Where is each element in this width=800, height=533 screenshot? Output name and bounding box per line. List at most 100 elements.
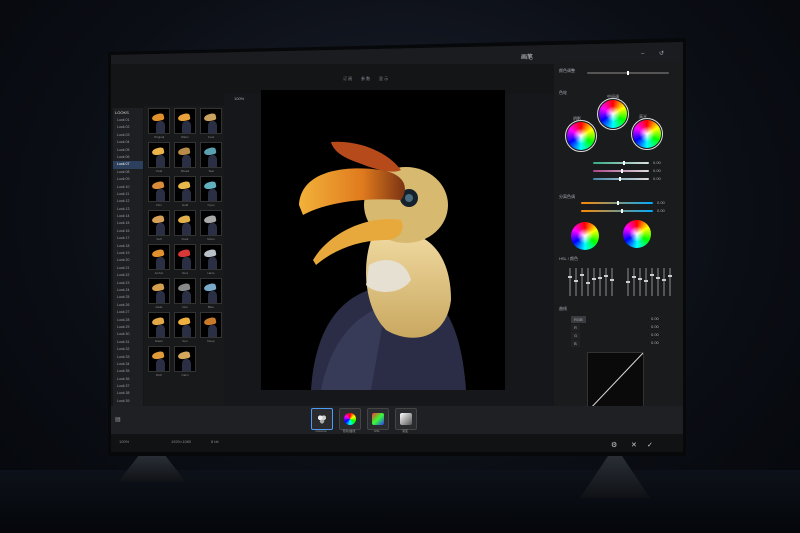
look-list-item[interactable]: Look 23 — [113, 280, 143, 287]
undo-icon[interactable]: ↺ — [659, 51, 665, 57]
split-slider-2[interactable] — [581, 209, 653, 213]
hsl-slider[interactable] — [568, 268, 572, 296]
look-list-item[interactable]: Look 11 — [113, 191, 143, 198]
look-list-item[interactable]: Look 32 — [113, 346, 143, 353]
curve-channel-tab[interactable]: B — [571, 340, 580, 347]
hsl-slider[interactable] — [650, 268, 654, 296]
hsl-slider[interactable] — [586, 268, 590, 296]
hsl-slider[interactable] — [638, 268, 642, 296]
split-highlight-wheel[interactable] — [623, 220, 651, 248]
look-list-item[interactable]: Look 05 — [113, 147, 143, 154]
look-list-item[interactable]: Look 29 — [113, 324, 143, 331]
look-thumbnail[interactable]: Teal — [200, 140, 222, 174]
look-list-item[interactable]: Look 28 — [113, 317, 143, 324]
look-list-item[interactable]: Look 09 — [113, 176, 143, 183]
look-list-item[interactable]: Look 16 — [113, 228, 143, 235]
look-list-item[interactable]: Look 04 — [113, 139, 143, 146]
look-list-item[interactable]: Look 14 — [113, 213, 143, 220]
look-list-item[interactable]: Look 27 — [113, 309, 143, 316]
curve-editor[interactable] — [587, 352, 644, 412]
tool-button-gradient[interactable] — [395, 408, 417, 430]
look-list-item[interactable]: Look 08 — [113, 169, 143, 176]
look-list-item[interactable]: Look 13 — [113, 206, 143, 213]
look-list-item[interactable]: Look 30 — [113, 331, 143, 338]
look-thumbnail[interactable]: Gold — [174, 174, 196, 208]
tool-button-color-mix[interactable] — [311, 408, 333, 430]
look-list-item[interactable]: Look 12 — [113, 198, 143, 205]
curve-channel-tab[interactable]: G — [571, 332, 581, 339]
look-thumbnail[interactable]: Soft — [148, 208, 170, 242]
slider-3[interactable] — [593, 177, 649, 181]
tool-button-hsl-cube[interactable] — [367, 408, 389, 430]
look-thumbnail[interactable]: Blue — [200, 276, 222, 310]
look-thumbnail[interactable]: Muted — [174, 140, 196, 174]
slider-2[interactable] — [593, 169, 649, 173]
look-thumbnail[interactable]: Dawn — [148, 310, 170, 344]
look-thumbnail[interactable]: Cyan — [200, 174, 222, 208]
curve-channel-tab[interactable]: RGB — [571, 316, 586, 323]
hsl-slider[interactable] — [592, 268, 596, 296]
hsl-slider[interactable] — [580, 268, 584, 296]
split-shadow-wheel[interactable] — [571, 222, 599, 250]
look-thumbnail[interactable]: Cool — [200, 106, 222, 140]
look-thumbnail[interactable]: Deep — [200, 310, 222, 344]
look-list-item[interactable]: Look 38 — [113, 390, 143, 397]
look-thumbnail[interactable]: Rich — [148, 344, 170, 378]
hsl-slider[interactable] — [632, 268, 636, 296]
look-list-item[interactable]: Look 37 — [113, 383, 143, 390]
look-thumbnail[interactable]: Haze — [200, 242, 222, 276]
look-list-item[interactable]: Look 36 — [113, 376, 143, 383]
look-list-item[interactable]: Look 33 — [113, 354, 143, 361]
minimize-icon[interactable]: – — [641, 51, 647, 57]
hsl-slider[interactable] — [644, 268, 648, 296]
look-thumbnail[interactable]: Original — [148, 106, 170, 140]
tab-params[interactable]: 参 数 — [361, 76, 370, 82]
look-thumbnail[interactable]: Red — [174, 242, 196, 276]
look-list-item[interactable]: Look 25 — [113, 294, 143, 301]
hsl-slider[interactable] — [598, 268, 602, 296]
look-list-item[interactable]: Look 06 — [113, 154, 143, 161]
highlight-wheel[interactable] — [631, 118, 663, 150]
look-list-item[interactable]: Look 19 — [113, 250, 143, 257]
look-thumbnail[interactable]: Fade — [148, 276, 170, 310]
shadow-wheel[interactable] — [565, 120, 597, 152]
collapse-icon[interactable]: ▤ — [115, 416, 121, 423]
cancel-icon[interactable]: ✕ — [631, 441, 637, 449]
slider-1[interactable] — [593, 161, 649, 165]
look-list-item[interactable]: Look 22 — [113, 272, 143, 279]
look-list-item[interactable]: Look 24 — [113, 287, 143, 294]
tool-button-color-wheel[interactable] — [339, 408, 361, 430]
look-thumbnail[interactable]: Amber — [148, 242, 170, 276]
hsl-slider[interactable] — [656, 268, 660, 296]
look-list-item[interactable]: Look 10 — [113, 184, 143, 191]
look-thumbnail[interactable]: Vivid — [148, 140, 170, 174]
look-list-item[interactable]: Look 07 — [113, 161, 143, 169]
look-list-item[interactable]: Look 15 — [113, 220, 143, 227]
hsl-slider[interactable] — [604, 268, 608, 296]
look-list-item[interactable]: Look 35 — [113, 368, 143, 375]
look-thumbnail[interactable]: Mono — [200, 208, 222, 242]
settings-icon[interactable]: ⚙ — [611, 441, 617, 449]
look-list-item[interactable]: Look 20 — [113, 257, 143, 264]
look-list-item[interactable]: Look 01 — [113, 117, 143, 124]
tab-subscribe[interactable]: 订 阅 — [343, 76, 352, 82]
look-list-item[interactable]: Look 34 — [113, 361, 143, 368]
look-thumbnail[interactable]: Film — [148, 174, 170, 208]
midtone-wheel[interactable] — [597, 98, 629, 130]
tab-display[interactable]: 显 示 — [379, 76, 388, 82]
hsl-slider[interactable] — [574, 268, 578, 296]
confirm-icon[interactable]: ✓ — [647, 441, 653, 449]
hsl-slider[interactable] — [662, 268, 666, 296]
look-list-item[interactable]: Look 21 — [113, 265, 143, 272]
hsl-slider[interactable] — [626, 268, 630, 296]
hsl-slider[interactable] — [610, 268, 614, 296]
look-thumbnail[interactable]: Calm — [174, 344, 196, 378]
look-list-item[interactable]: Look 18 — [113, 243, 143, 250]
look-list-item[interactable]: Look 03 — [113, 132, 143, 139]
look-list-item[interactable]: Look 39 — [113, 398, 143, 405]
look-thumbnail[interactable]: Dusk — [174, 208, 196, 242]
look-list-item[interactable]: Look 26 — [113, 302, 143, 309]
zoom-readout[interactable]: 100% — [234, 96, 244, 101]
curve-channel-tab[interactable]: R — [571, 324, 580, 331]
look-thumbnail[interactable]: Noir — [174, 276, 196, 310]
